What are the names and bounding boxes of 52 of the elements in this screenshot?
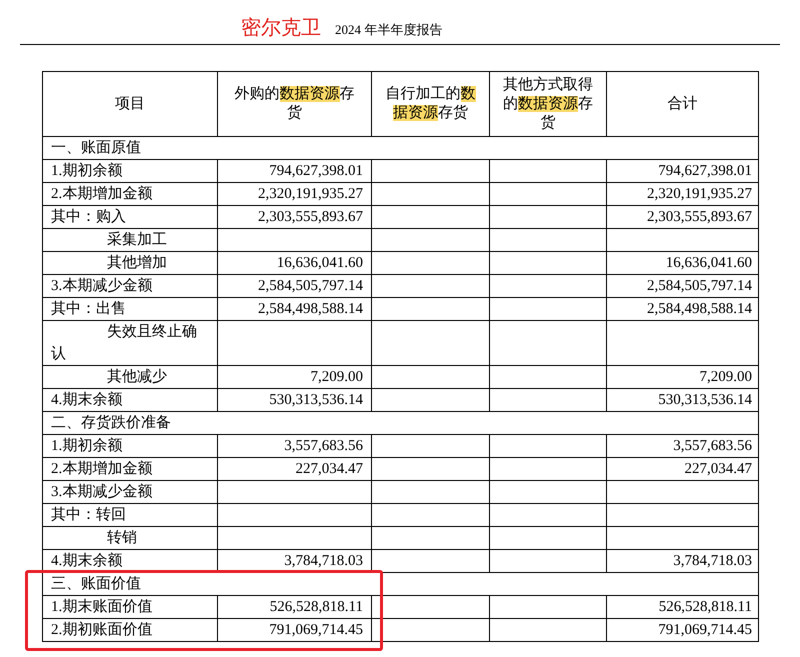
table-cell: 3,784,718.03 [284, 553, 363, 569]
table-cell: 2,584,498,588.14 [258, 301, 363, 317]
row-label: 其他减少 [106, 368, 168, 387]
table-cell: 791,069,714.45 [269, 622, 363, 638]
table-cell: 2,320,191,935.27 [647, 186, 752, 202]
row-label: 1.期初余额 [51, 162, 124, 181]
row-label: 1.期末账面价值 [51, 598, 154, 617]
table-cell: 16,636,041.60 [666, 255, 752, 271]
table-cell: 526,528,818.11 [658, 599, 752, 615]
table-cell: 2,584,505,797.14 [647, 278, 752, 294]
row-label: 1.期初余额 [51, 436, 124, 456]
row-label: 2.本期增加金额 [51, 460, 154, 479]
table-cell: 2,303,555,893.67 [258, 209, 363, 225]
column-header: 合计 [666, 94, 698, 114]
table-cell: 794,627,398.01 [269, 163, 363, 179]
row-label: 其中：购入 [51, 208, 127, 227]
table-cell: 530,313,536.14 [269, 392, 363, 408]
table-cell: 3,557,683.56 [284, 438, 363, 454]
row-label: 2.本期增加金额 [51, 184, 154, 204]
column-header: 项目 [114, 94, 146, 114]
table-cell: 794,627,398.01 [658, 163, 752, 179]
column-header: 其他方式取得的数据资源存货 [502, 76, 594, 132]
table-cell: 2,303,555,893.67 [647, 209, 752, 225]
table-cell: 3,557,683.56 [673, 438, 752, 454]
section-heading: 三、账面价值 [51, 576, 141, 592]
table-cell: 16,636,041.60 [276, 255, 363, 271]
row-label: 4.期末余额 [51, 552, 124, 571]
row-label: 4.期末余额 [51, 390, 124, 410]
table-cell: 530,313,536.14 [658, 392, 752, 408]
table-cell: 791,069,714.45 [658, 622, 752, 638]
report-title: 2024 年半年度报告 [335, 21, 442, 39]
row-label: 3.本期减少金额 [51, 482, 154, 502]
table-cell: 2,584,498,588.14 [647, 301, 752, 317]
table-cell: 7,209.00 [310, 369, 363, 385]
row-label: 采集加工 [106, 230, 168, 250]
table-cell: 3,784,718.03 [673, 553, 752, 569]
section-heading: 二、存货跌价准备 [51, 415, 171, 431]
row-label: 其他增加 [106, 254, 168, 273]
table-cell: 227,034.47 [296, 461, 363, 477]
table-cell: 227,034.47 [684, 461, 752, 477]
section-heading: 一、账面原值 [51, 140, 141, 156]
table-cell: 2,320,191,935.27 [258, 186, 363, 202]
table-cell: 526,528,818.11 [270, 599, 363, 615]
table-cell: 7,209.00 [700, 369, 752, 385]
row-label: 2.期初账面价值 [51, 620, 154, 640]
row-label: 其中：出售 [51, 300, 127, 319]
row-label: 转销 [106, 529, 138, 548]
row-label: 失效且终止确认 [51, 322, 198, 364]
table-cell: 2,584,505,797.14 [258, 278, 363, 294]
company-name: 密尔克卫 [241, 14, 321, 40]
row-label: 3.本期减少金额 [51, 276, 154, 296]
row-label: 其中：转回 [51, 506, 127, 525]
